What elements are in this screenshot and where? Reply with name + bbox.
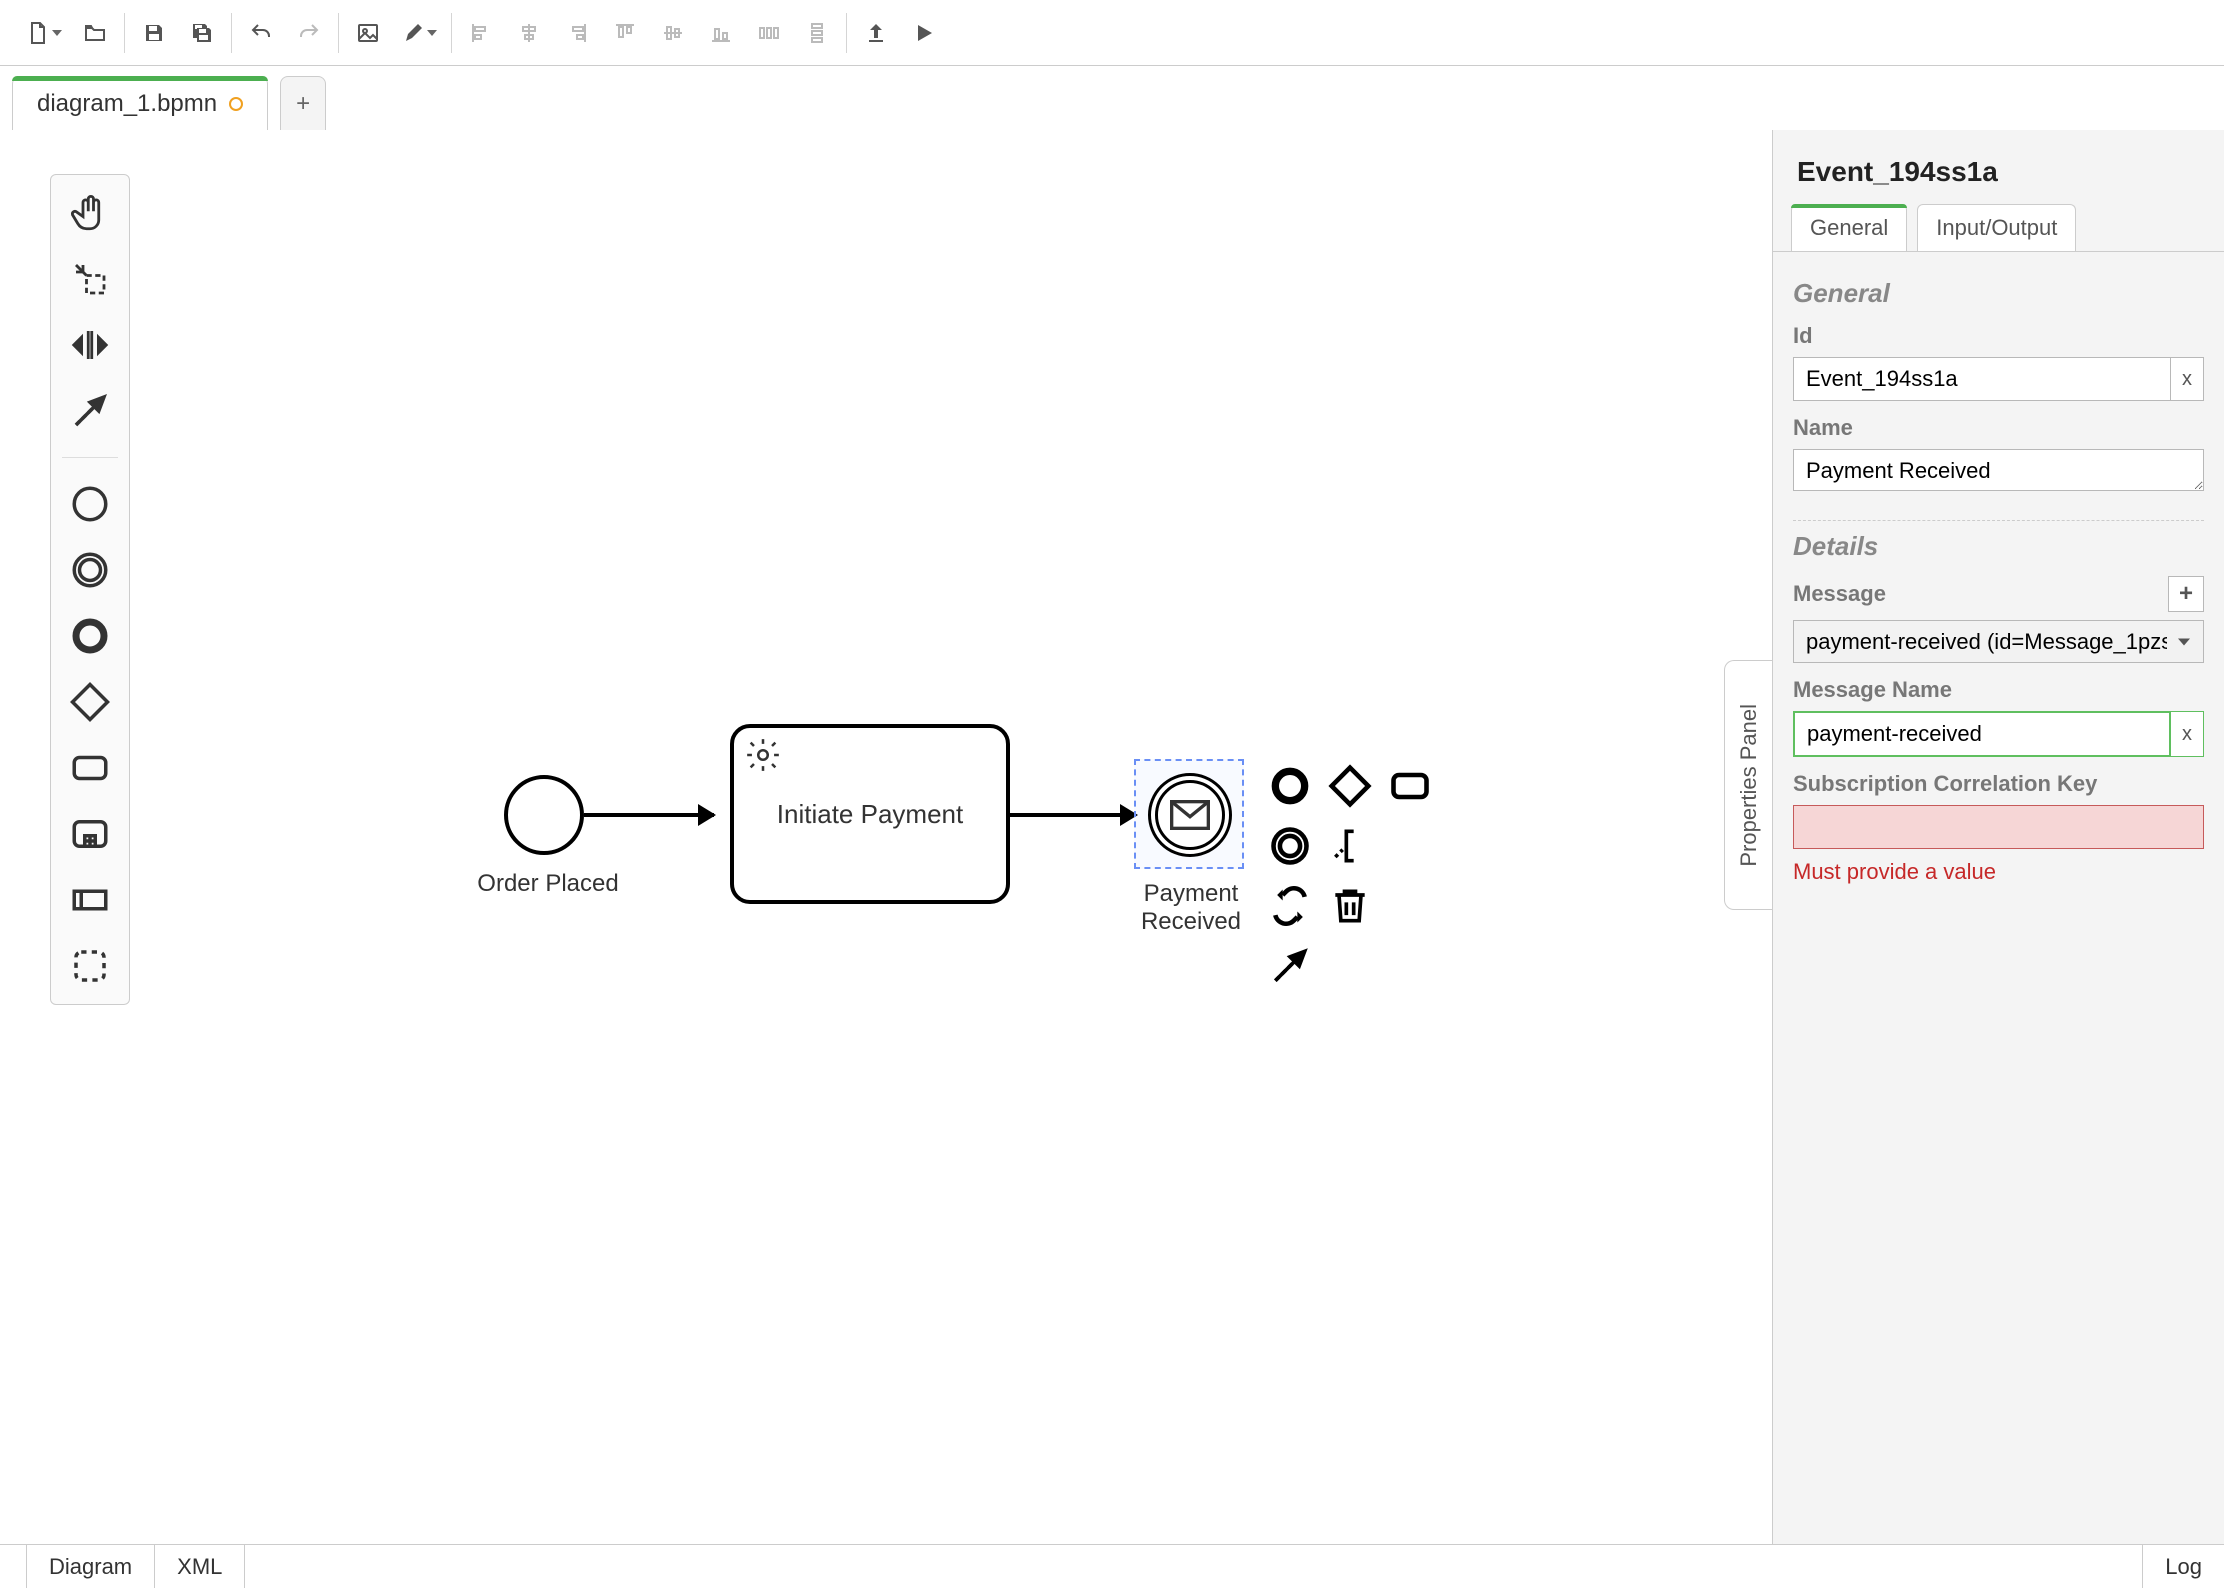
save-button[interactable] [139,18,169,48]
file-tabstrip: diagram_1.bpmn + [0,66,2224,130]
align-left-button [466,18,496,48]
catch-event-label: Payment Received [1126,880,1256,936]
new-tab-button[interactable]: + [280,76,326,130]
end-event-tool[interactable] [62,608,118,664]
append-end-event[interactable] [1264,760,1316,812]
id-label: Id [1793,323,2204,349]
undo-button[interactable] [246,18,276,48]
context-pad [1264,760,1436,992]
color-button[interactable] [401,18,437,48]
properties-title: Event_194ss1a [1773,130,2224,204]
new-file-button[interactable] [26,18,62,48]
add-message-button[interactable]: + [2168,576,2204,612]
file-tab-label: diagram_1.bpmn [37,90,217,118]
deploy-button[interactable] [861,18,891,48]
bottom-tab-diagram[interactable]: Diagram [26,1545,155,1588]
hand-tool[interactable] [62,185,118,241]
main-area: Order Placed Initiate Payment Payment Re… [0,130,2224,1544]
intermediate-catch-event-node[interactable] [1148,773,1232,857]
task-tool[interactable] [62,740,118,796]
name-input[interactable]: Payment Received [1793,449,2204,491]
distribute-h-button [754,18,784,48]
append-intermediate-event[interactable] [1264,820,1316,872]
pool-tool[interactable] [62,872,118,928]
message-icon [1170,800,1210,830]
shape-palette [50,174,130,1005]
bottom-tab-xml[interactable]: XML [155,1545,245,1588]
space-tool[interactable] [62,317,118,373]
start-event-label: Order Placed [468,870,628,898]
align-bottom-button [706,18,736,48]
intermediate-event-tool[interactable] [62,542,118,598]
delete-element[interactable] [1324,880,1376,932]
global-connect-tool[interactable] [62,383,118,439]
align-center-button [514,18,544,48]
dirty-indicator-icon [229,97,243,111]
properties-panel: Event_194ss1a General Input/Output Gener… [1772,130,2224,1544]
task-label: Initiate Payment [777,799,963,830]
new-file-caret-icon [52,30,62,36]
connect-tool[interactable] [1264,940,1316,992]
color-caret-icon [427,30,437,36]
change-type[interactable] [1264,880,1316,932]
service-task-type-icon [744,736,782,781]
main-toolbar [0,0,2224,66]
distribute-v-button [802,18,832,48]
message-label: Message + [1793,576,2204,612]
tab-input-output[interactable]: Input/Output [1917,204,2076,251]
log-toggle[interactable]: Log [2142,1545,2224,1588]
redo-button [294,18,324,48]
align-middle-button [658,18,688,48]
align-right-button [562,18,592,48]
message-name-label: Message Name [1793,677,2204,703]
tab-general[interactable]: General [1791,204,1907,251]
subscription-key-input[interactable] [1793,805,2204,849]
start-event-tool[interactable] [62,476,118,532]
subscription-key-error: Must provide a value [1793,859,2204,885]
message-name-clear-button[interactable]: x [2171,711,2204,757]
properties-panel-toggle[interactable]: Properties Panel [1724,660,1772,910]
group-tool[interactable] [62,938,118,994]
file-tab-active[interactable]: diagram_1.bpmn [12,76,268,130]
id-input[interactable] [1793,357,2171,401]
align-top-button [610,18,640,48]
message-name-input[interactable] [1793,711,2171,757]
subprocess-tool[interactable] [62,806,118,862]
section-details-title: Details [1793,531,2204,562]
service-task-node[interactable]: Initiate Payment [730,724,1010,904]
start-event-node[interactable] [504,775,584,855]
open-file-button[interactable] [80,18,110,48]
bottom-bar: Diagram XML Log [0,1544,2224,1588]
sequence-flow-2[interactable] [1010,813,1136,817]
annotation-tool[interactable] [1324,820,1376,872]
message-select[interactable]: payment-received (id=Message_1pzsk1) [1793,620,2204,663]
sequence-flow-1[interactable] [584,813,714,817]
run-button[interactable] [909,18,939,48]
gateway-tool[interactable] [62,674,118,730]
append-task[interactable] [1384,760,1436,812]
subscription-key-label: Subscription Correlation Key [1793,771,2204,797]
id-clear-button[interactable]: x [2171,357,2204,401]
image-button[interactable] [353,18,383,48]
save-all-button[interactable] [187,18,217,48]
append-gateway[interactable] [1324,760,1376,812]
lasso-tool[interactable] [62,251,118,307]
section-general-title: General [1793,278,2204,309]
name-label: Name [1793,415,2204,441]
